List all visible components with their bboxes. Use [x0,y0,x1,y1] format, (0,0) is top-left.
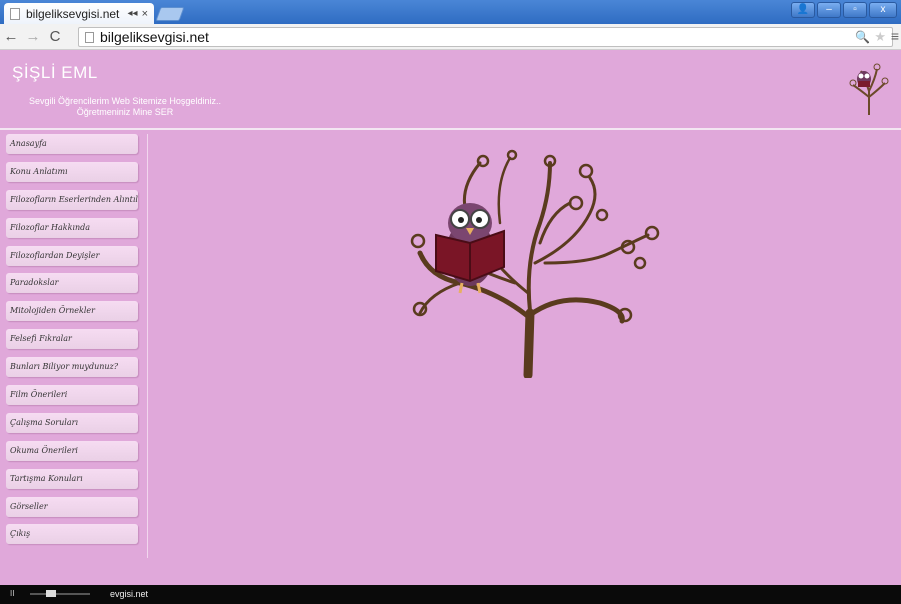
forward-icon[interactable]: → [22,28,44,45]
sidebar-item-anasayfa[interactable]: Anasayfa [6,134,138,154]
browser-tab-strip: bilgeliksevgisi.net ◂◂ × 👤 – ▫ x [0,0,901,24]
audio-icon[interactable]: ◂◂ [128,8,138,19]
address-url[interactable]: bilgeliksevgisi.net [100,29,855,45]
browser-toolbar: ← → C bilgeliksevgisi.net 🔍 ★ [0,24,901,50]
page-icon [10,7,20,20]
minimize-icon[interactable]: – [817,2,841,18]
sidebar-item-filozoflar-hakkinda[interactable]: Filozoflar Hakkında [6,217,138,238]
window-controls: 👤 – ▫ x [791,2,897,18]
browser-menu-icon[interactable]: ≡ [891,28,899,44]
sidebar-item-biliyor-muydunuz[interactable]: Bunları Biliyor muydunuz? [6,357,138,378]
site-header: ŞİŞLİ EML Sevgili Öğrencilerim Web Sitem… [0,51,901,128]
address-bar[interactable]: bilgeliksevgisi.net 🔍 ★ [78,27,893,47]
media-slider[interactable] [30,593,90,595]
sidebar-item-mitoloji[interactable]: Mitolojiden Örnekler [6,301,138,322]
header-divider [0,128,901,130]
reload-icon[interactable]: C [44,28,66,45]
sidebar-item-alintilar[interactable]: Filozofların Eserlerinden Alıntılar [6,189,138,210]
sidebar-item-film-onerileri[interactable]: Film Önerileri [6,385,138,406]
status-text: evgisi.net [110,589,149,599]
sidebar-item-gorseller[interactable]: Görseller [6,496,138,517]
sidebar-item-tartisma-konulari[interactable]: Tartışma Konuları [6,468,138,489]
status-bar: II evgisi.net [0,585,901,604]
sidebar-menu: Anasayfa Konu Anlatımı Filozofların Eser… [6,134,148,558]
welcome-message: Sevgili Öğrencilerim Web Sitemize Hoşgel… [20,96,230,118]
page-icon [85,31,94,43]
zoom-icon[interactable]: 🔍 [855,30,870,44]
sidebar-item-deyisler[interactable]: Filozoflardan Deyişler [6,245,138,266]
bookmark-star-icon[interactable]: ★ [874,29,886,45]
tab-title: bilgeliksevgisi.net [26,6,120,21]
sidebar-item-konu-anlatimi[interactable]: Konu Anlatımı [6,161,138,182]
tab-close-icon[interactable]: × [142,8,148,20]
restore-icon[interactable]: ▫ [843,2,867,18]
teacher-line: Öğretmeniniz Mine SER [76,107,174,117]
welcome-line: Sevgili Öğrencilerim Web Sitemize Hoşgel… [29,96,221,106]
site-title: ŞİŞLİ EML [12,63,98,82]
sidebar-item-calisma-sorulari[interactable]: Çalışma Soruları [6,412,138,433]
user-icon[interactable]: 👤 [791,2,815,18]
close-window-icon[interactable]: x [869,2,897,18]
new-tab-button[interactable] [155,7,185,21]
sidebar-item-cikis[interactable]: Çıkış [6,524,138,545]
pause-icon[interactable]: II [10,589,14,598]
sidebar-item-fikralar[interactable]: Felsefi Fıkralar [6,329,138,350]
owl-tree-illustration-icon [410,149,660,378]
media-slider-handle[interactable] [46,590,56,597]
sidebar-item-paradokslar[interactable]: Paradokslar [6,273,138,294]
sidebar-item-okuma-onerileri[interactable]: Okuma Önerileri [6,440,138,461]
owl-tree-logo-icon [849,63,889,115]
browser-tab[interactable]: bilgeliksevgisi.net ◂◂ × [4,3,154,24]
back-icon[interactable]: ← [0,28,22,45]
